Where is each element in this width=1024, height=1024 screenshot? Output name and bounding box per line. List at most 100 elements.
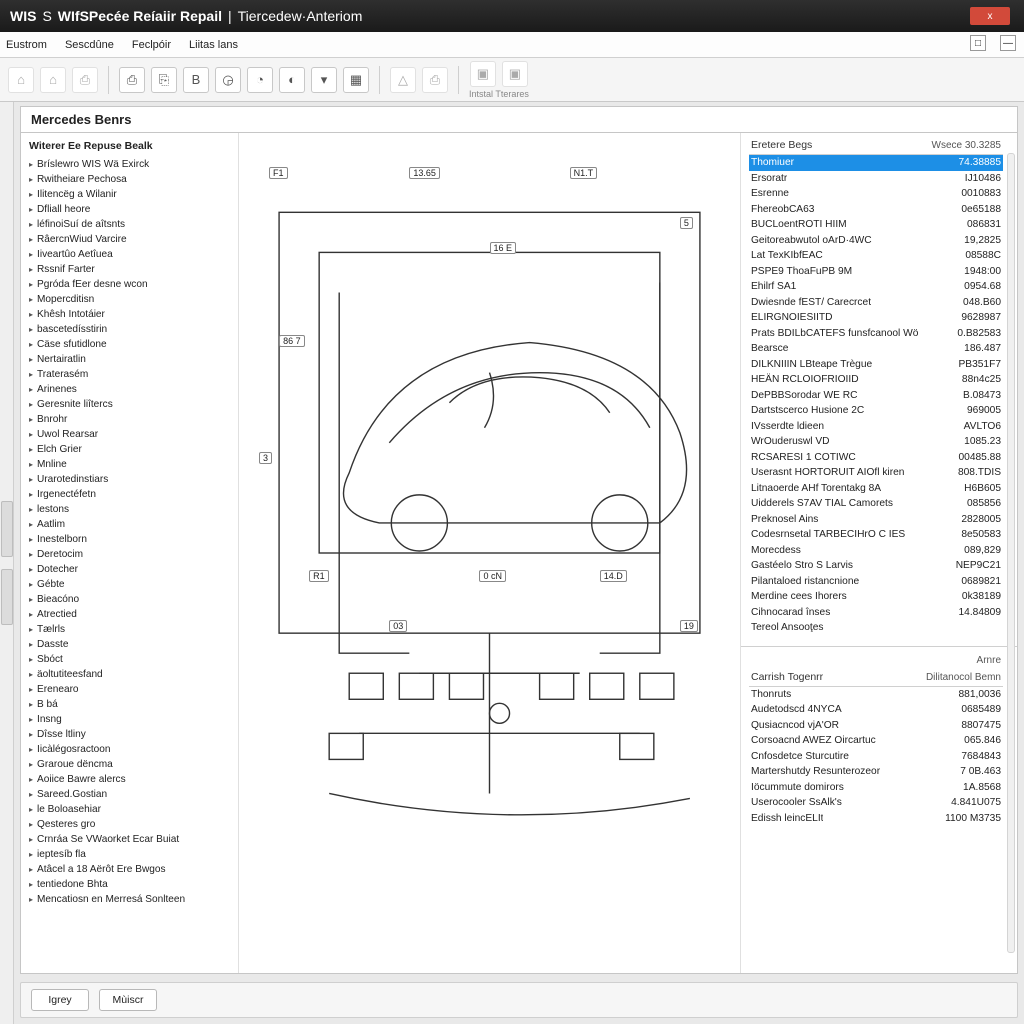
tree-item[interactable]: Uwol Rearsar [29, 427, 232, 442]
tree-item[interactable]: Aoiice Bawre alercs [29, 772, 232, 787]
tree-item[interactable]: Mnline [29, 457, 232, 472]
table-row[interactable]: Dwiesnde fEST/ Carecrcet048.B60 [749, 295, 1003, 311]
table-row[interactable]: Corsoacnd AWEZ Oircartuc065.846 [749, 733, 1003, 749]
tool-icon-7[interactable]: ◔ [247, 67, 273, 93]
tree-item[interactable]: ieptesíb fla [29, 847, 232, 862]
tree-item[interactable]: Insng [29, 712, 232, 727]
tree-item[interactable]: Bnrohr [29, 412, 232, 427]
table-row[interactable]: Preknosel Ains2828005 [749, 512, 1003, 528]
scrollbar[interactable] [1007, 153, 1015, 953]
gutter-tab-2[interactable] [1, 569, 13, 625]
tree-item[interactable]: Mencatiosn en Merresá Sonlteen [29, 892, 232, 907]
table-row[interactable]: Lat TexKIbfEAC08588C [749, 248, 1003, 264]
gutter-tab-1[interactable] [1, 501, 13, 557]
menu-item-2[interactable]: Feclpóir [132, 39, 171, 51]
tree-item[interactable]: Inestelborn [29, 532, 232, 547]
tool-icon-15[interactable]: ▣ [470, 61, 496, 87]
tree-item[interactable]: Atrectied [29, 607, 232, 622]
menu-item-0[interactable]: Eustrom [6, 39, 47, 51]
table-row[interactable]: Thonruts881,0036 [749, 687, 1003, 703]
tree-item[interactable]: Rssnif Farter [29, 262, 232, 277]
tree-item[interactable]: Aatlim [29, 517, 232, 532]
tree-item[interactable]: Sareed.Gostian [29, 787, 232, 802]
tool-icon-5[interactable]: B [183, 67, 209, 93]
minimize-button[interactable]: — [1000, 35, 1016, 51]
tool-icon-10[interactable]: ▦ [343, 67, 369, 93]
table-row[interactable]: WrOuderuswl VD1085.23 [749, 434, 1003, 450]
tree-item[interactable]: tentiedone Bhta [29, 877, 232, 892]
tree-item[interactable]: Sbóct [29, 652, 232, 667]
tool-icon-2[interactable]: ⎙ [72, 67, 98, 93]
table-row[interactable]: Geitoreabwutol oArD·4WC19,2825 [749, 233, 1003, 249]
tool-icon-0[interactable]: ⌂ [8, 67, 34, 93]
tree-item[interactable]: Graroue dëncma [29, 757, 232, 772]
tool-icon-4[interactable]: ⎘ [151, 67, 177, 93]
tree-item[interactable]: Iicàlégosractoon [29, 742, 232, 757]
table-row[interactable]: Userasnt HORTORUIT AIOfl kiren808.TDIS [749, 465, 1003, 481]
tree-item[interactable]: le Boloasehiar [29, 802, 232, 817]
table-row[interactable]: Morecdess089,829 [749, 543, 1003, 559]
table-row[interactable]: Prats BDILbCATEFS funsfcanool Wö0.B82583 [749, 326, 1003, 342]
tree-item[interactable]: RâercnWiud Varcire [29, 232, 232, 247]
table-row[interactable]: Pilantaloed ristancnione0689821 [749, 574, 1003, 590]
tree-item[interactable]: Geresnite liîtercs [29, 397, 232, 412]
table-row[interactable]: PSPE9 ThoaFuPB 9M1948:00 [749, 264, 1003, 280]
table-row[interactable]: ELIRGNOIESIITD9628987 [749, 310, 1003, 326]
menu-item-3[interactable]: Liitas lans [189, 39, 238, 51]
tree-item[interactable]: lestons [29, 502, 232, 517]
tree-item[interactable]: Traterasém [29, 367, 232, 382]
table-row[interactable]: Ehilrf SA10954.68 [749, 279, 1003, 295]
table-row[interactable]: Userocooler SsAlk's4.841U075 [749, 795, 1003, 811]
footer-btn-1[interactable]: Igrey [31, 989, 89, 1011]
table-row[interactable]: Esrenne0010883 [749, 186, 1003, 202]
table-row[interactable]: Cihnocarad înses14.84809 [749, 605, 1003, 621]
table-row[interactable]: DePBBSorodar WE RCB.08473 [749, 388, 1003, 404]
tree-item[interactable]: Irgenectéfetn [29, 487, 232, 502]
tree-item[interactable]: Gébte [29, 577, 232, 592]
tree-item[interactable]: Dfliall heore [29, 202, 232, 217]
tool-icon-9[interactable]: ▾ [311, 67, 337, 93]
menu-item-1[interactable]: Sescdûne [65, 39, 114, 51]
table-row[interactable]: DILKNIIIN LBteape TrèguePB351F7 [749, 357, 1003, 373]
table-row[interactable]: RCSARESI 1 COTIWC00485.88 [749, 450, 1003, 466]
table-row[interactable]: BUCLoentROTI HIIM086831 [749, 217, 1003, 233]
tree-item[interactable]: Bríslewro WIS Wä Exirck [29, 157, 232, 172]
close-button[interactable]: x [970, 7, 1010, 25]
tree-item[interactable]: Bieacóno [29, 592, 232, 607]
tree-item[interactable]: Dîsse ltliny [29, 727, 232, 742]
table-row[interactable]: Audetodscd 4NYCA0685489 [749, 702, 1003, 718]
table-row[interactable]: Merdine cees Ihorers0k38189 [749, 589, 1003, 605]
tree-item[interactable]: B bá [29, 697, 232, 712]
footer-btn-2[interactable]: Mùiscr [99, 989, 157, 1011]
tree-item[interactable]: Dotecher [29, 562, 232, 577]
table-row[interactable]: HEÄN RCLOIOFRIOIID88n4c25 [749, 372, 1003, 388]
tree-item[interactable]: Elch Grier [29, 442, 232, 457]
tree-item[interactable]: Rwitheiare Pechosa [29, 172, 232, 187]
table-row[interactable]: ErsoratrIJ10486 [749, 171, 1003, 187]
tree-item[interactable]: léfinoiSuí de aîtsnts [29, 217, 232, 232]
table-row[interactable]: Martershutdy Resunterozeor7 0B.463 [749, 764, 1003, 780]
table-row[interactable]: Uidderels S7AV TIAL Camorets085856 [749, 496, 1003, 512]
tool-icon-6[interactable]: ◶ [215, 67, 241, 93]
table-row[interactable]: Litnaoerde AHf Torentakg 8AH6B605 [749, 481, 1003, 497]
tree-item[interactable]: Atâcel a 18 Aërôt Ere Bwgos [29, 862, 232, 877]
tree-item[interactable]: Tælrls [29, 622, 232, 637]
tree-item[interactable]: Khêsh Intotáier [29, 307, 232, 322]
table-row[interactable]: Cnfosdetce Sturcutire7684843 [749, 749, 1003, 765]
tree-item[interactable]: Nertairatlin [29, 352, 232, 367]
table-row[interactable]: Qusiacncod vjA'OR8807475 [749, 718, 1003, 734]
tool-icon-12[interactable]: △ [390, 67, 416, 93]
tree-item[interactable]: Mopercditisn [29, 292, 232, 307]
table-row[interactable]: IVsserdte ldieenAVLTO6 [749, 419, 1003, 435]
tool-icon-8[interactable]: ◐ [279, 67, 305, 93]
tool-icon-1[interactable]: ⌂ [40, 67, 66, 93]
tree-item[interactable]: Urarotedinstiars [29, 472, 232, 487]
tree-item[interactable]: äoltutiteesfand [29, 667, 232, 682]
tree-item[interactable]: Cäse sfutidlone [29, 337, 232, 352]
table-row[interactable]: Iöcummute domirors1A.8568 [749, 780, 1003, 796]
tree-item[interactable]: Iiveartûo Aetîuea [29, 247, 232, 262]
table-row[interactable]: Bearsce186.487 [749, 341, 1003, 357]
table-row[interactable]: FhereobCA630e65188 [749, 202, 1003, 218]
tree-item[interactable]: Pgróda fEer desne wcon [29, 277, 232, 292]
tree-item[interactable]: Ilitencëg a Wilanir [29, 187, 232, 202]
